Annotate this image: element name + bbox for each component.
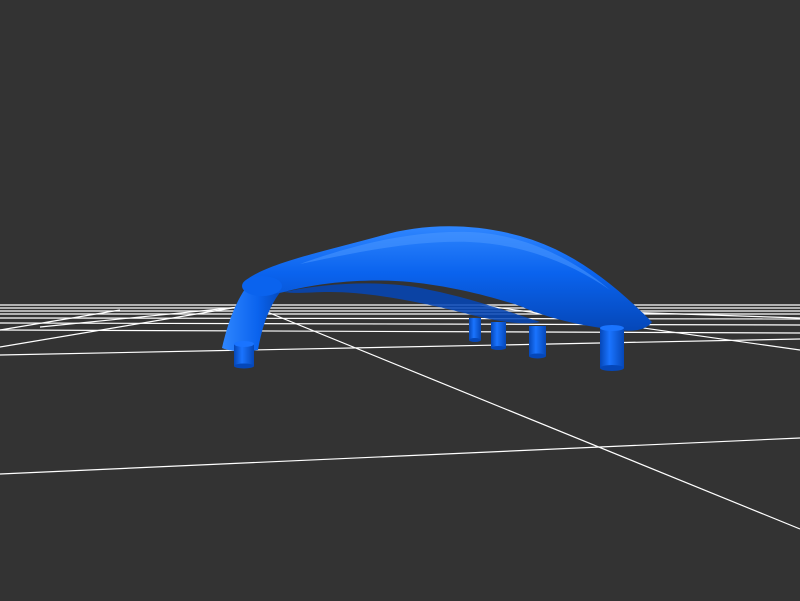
support-posts: [234, 318, 624, 371]
support-post-cap: [600, 325, 624, 331]
support-post: [469, 318, 481, 340]
support-post-base: [234, 363, 254, 369]
support-post-base: [469, 338, 481, 342]
3d-viewport[interactable]: [0, 0, 800, 601]
support-post: [491, 322, 506, 348]
support-post-base: [600, 365, 624, 371]
ground-grid: [0, 304, 800, 530]
support-post: [600, 328, 624, 368]
support-post-cap: [234, 341, 254, 347]
support-post: [529, 326, 546, 356]
support-post-base: [491, 346, 506, 350]
scene-canvas: [0, 226, 800, 530]
left-joint: [242, 276, 282, 296]
support-post: [234, 344, 254, 366]
support-post-base: [529, 353, 546, 359]
